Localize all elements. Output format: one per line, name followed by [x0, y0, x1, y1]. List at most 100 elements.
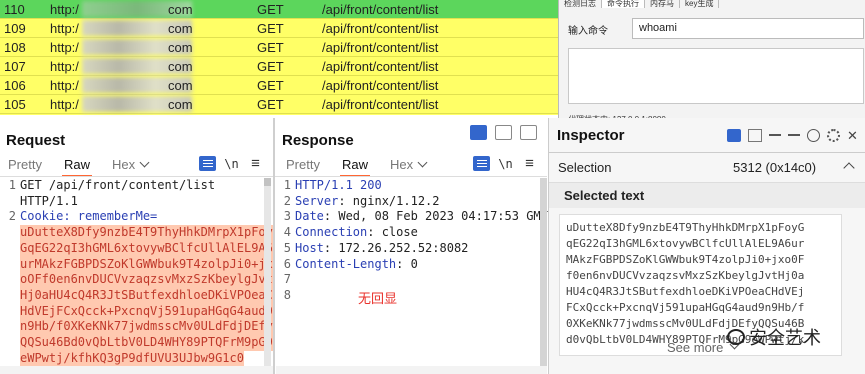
row-id: 106 [4, 77, 26, 93]
menu-icon[interactable]: ≡ [521, 155, 538, 172]
selected-text-line: HU4cQ4R3JtSButfexdhloeDKiVPOeaCHdVEj [566, 285, 805, 298]
help-icon[interactable] [807, 128, 820, 142]
request-line: n9Hb/f0XKeKNk77jwdmsscMv0ULdFdjDEfy [20, 319, 273, 335]
header-value: : close [367, 225, 418, 240]
response-line: Content-Length: 0 [295, 257, 418, 273]
row-host-suffix: com [168, 96, 193, 112]
selected-text-line: FCxQcck+PxcnqVj591upaHGqG4aud9n9Hb/f [566, 301, 805, 314]
request-line: GqEG22qI3hGML6xtovywBClfcUllAlEL9A6 [20, 240, 273, 257]
tab-detect-log[interactable]: 检测日志 [559, 0, 602, 8]
history-row[interactable]: 106 http:/ com GET/api/front/content/list [0, 76, 560, 95]
row-host-suffix: com [168, 20, 193, 36]
command-input[interactable]: whoami [632, 18, 864, 39]
layout-split-icon[interactable] [727, 128, 741, 142]
response-line: HTTP/1.1 200 [295, 178, 382, 194]
row-path: /api/front/content/list [322, 58, 439, 74]
selected-text-line: uDutteX8Dfy9nzbE4T9ThyHhkDMrpX1pFoyG [566, 221, 805, 234]
sort-icon[interactable] [769, 134, 781, 136]
chevron-up-icon[interactable] [843, 162, 855, 174]
tab-command-exec[interactable]: 命令执行 [602, 0, 645, 8]
line-number: 3 [283, 209, 291, 224]
header-key: Server [295, 193, 339, 208]
tab-hex-label: Hex [389, 157, 414, 172]
align-icon[interactable] [788, 134, 800, 136]
request-title: Request [6, 132, 66, 149]
history-row[interactable]: 107 http:/ com GET/api/front/content/list [0, 57, 560, 76]
row-method: GET [257, 20, 284, 36]
request-divider [0, 176, 273, 177]
request-line: uDutteX8Dfy9nzbE4T9ThyHhkDMrpX1pFoy [20, 225, 273, 241]
request-scrollbar[interactable] [264, 178, 271, 366]
row-host-suffix: com [168, 1, 193, 17]
split-view-icon[interactable] [470, 125, 487, 140]
horizontal-view-icon[interactable] [495, 125, 512, 140]
request-line: Cookie: rememberMe= [20, 209, 158, 224]
request-footer [0, 366, 273, 374]
menu-icon[interactable]: ≡ [247, 155, 264, 172]
line-number: 8 [283, 287, 291, 302]
wechat-icon [727, 329, 745, 345]
row-id: 105 [4, 96, 26, 112]
tab-raw[interactable]: Raw [61, 157, 93, 177]
row-path: /api/front/content/list [322, 77, 439, 93]
command-tabs: 检测日志 命令执行 内存马 key生成 [559, 0, 865, 8]
line-number: 2 [283, 193, 291, 208]
row-host: http:/ [50, 20, 79, 36]
inspector-panel: Inspector ✕ Selection 5312 (0x14c0) Sele… [548, 118, 865, 374]
request-line: urMAkzFGBPDSZoKlGWWbuk9T4zolpJi0+jx [20, 256, 273, 273]
see-more-label: See more [667, 340, 724, 355]
line-number: 1 [283, 178, 291, 192]
settings-icon[interactable] [827, 128, 840, 142]
tab-hex[interactable]: Hex [389, 157, 428, 172]
tab-memshell[interactable]: 内存马 [645, 0, 680, 8]
close-icon[interactable]: ✕ [847, 129, 858, 142]
wrap-lines-icon[interactable] [199, 156, 216, 171]
tab-pretty[interactable]: Pretty [286, 157, 320, 172]
selection-row[interactable]: Selection 5312 (0x14c0) [549, 152, 865, 182]
request-line: HdVEjFCxQcck+PxcnqVj591upaHGqG4aud9 [20, 303, 273, 320]
row-host: http:/ [50, 1, 79, 17]
tab-pretty[interactable]: Pretty [8, 157, 42, 172]
header-key: Connection [295, 225, 368, 240]
row-method: GET [257, 58, 284, 74]
header-key: Content-Length [295, 256, 397, 271]
header-key: Host [295, 240, 324, 255]
row-host: http:/ [50, 77, 79, 93]
row-id: 108 [4, 39, 26, 55]
command-output[interactable] [568, 48, 864, 104]
wrap-lines-icon[interactable] [473, 156, 490, 171]
layout-stack-icon[interactable] [748, 128, 762, 142]
newline-icon[interactable]: \n [497, 156, 514, 171]
header-value: : 172.26.252.52:8082 [323, 240, 469, 255]
row-path: /api/front/content/list [322, 20, 439, 36]
header-value: : Wed, 08 Feb 2023 04:17:53 GMT [323, 209, 548, 224]
row-method: GET [257, 1, 284, 17]
header-value: : 0 [396, 256, 418, 271]
request-view-tabs: Pretty Raw Hex [8, 157, 170, 177]
row-host-suffix: com [168, 77, 193, 93]
no-echo-annotation: 无回显 [358, 291, 398, 306]
response-footer [276, 366, 547, 374]
row-host: http:/ [50, 58, 79, 74]
history-row[interactable]: 109 http:/ com GET/api/front/content/list [0, 19, 560, 38]
request-line: eWPwtj/kfhKQ3gP9dfUVU3UJbw9G1c0 [20, 350, 244, 367]
request-line: GET /api/front/content/list [20, 178, 216, 192]
row-id: 110 [4, 1, 25, 17]
vertical-view-icon[interactable] [520, 125, 537, 140]
row-host: http:/ [50, 96, 79, 112]
history-row[interactable]: 108 http:/ com GET/api/front/content/list [0, 38, 560, 57]
response-line: Server: nginx/1.12.2 [295, 194, 440, 210]
pane-divider[interactable] [273, 118, 275, 374]
tab-raw[interactable]: Raw [339, 157, 371, 177]
selection-label: Selection [558, 160, 612, 175]
line-number: 7 [283, 272, 291, 287]
request-line: QQSu46Bd0vQbLtbV0LD4WHY89PTQFrM9pG9 [20, 335, 273, 351]
history-row[interactable]: 110 http:/ com GET/api/front/content/list [0, 0, 560, 19]
response-scrollbar[interactable] [540, 178, 547, 366]
history-row[interactable]: 105 http:/ com GET/api/front/content/list [0, 95, 560, 114]
tab-hex-label: Hex [111, 157, 136, 172]
newline-icon[interactable]: \n [223, 156, 240, 171]
tab-key-gen[interactable]: key生成 [680, 0, 720, 8]
tab-hex[interactable]: Hex [111, 157, 150, 172]
chevron-down-icon [417, 157, 428, 168]
